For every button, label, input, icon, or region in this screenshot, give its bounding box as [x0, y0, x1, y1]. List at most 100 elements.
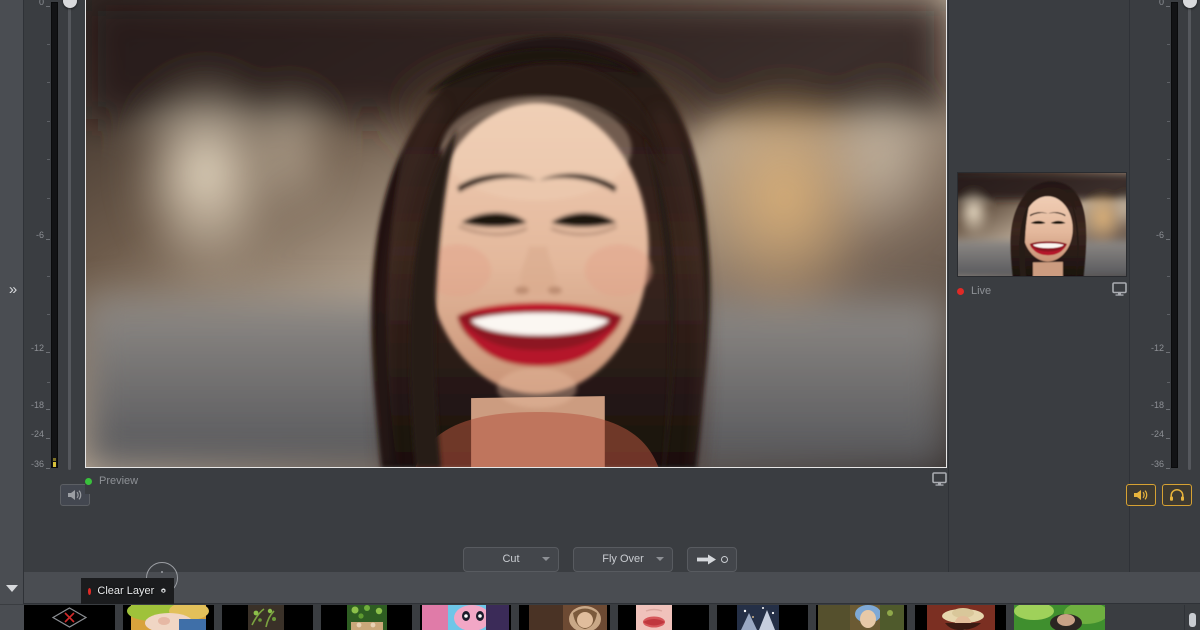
meter-tick [47, 44, 50, 45]
thumb-pink-portrait[interactable] [420, 605, 511, 630]
fader-knob[interactable] [63, 0, 77, 8]
live-label: Live [971, 285, 992, 297]
live-monitor-icon[interactable] [1112, 281, 1127, 301]
dial-icon [161, 571, 163, 573]
layer-strip [24, 572, 1200, 604]
meter-tick [46, 409, 50, 410]
meter-tick [1166, 6, 1170, 7]
live-video-frame [957, 172, 1127, 277]
meter-tick [46, 239, 50, 240]
meter-tick-label: -18 [30, 400, 44, 410]
meter-tick [47, 159, 50, 160]
meter-tick-label: -24 [30, 429, 44, 439]
preview-meter-scale: 0 -6 -12 -18 -24 -36 [24, 0, 50, 472]
transition-effect-value: Fly Over [602, 553, 644, 565]
live-status-indicator [957, 287, 964, 295]
meter-tick [47, 276, 50, 277]
live-monitor[interactable]: Live [957, 172, 1127, 303]
headphone-button[interactable] [1162, 484, 1192, 506]
program-meter-scale: 0 -6 -12 -18 -24 -36 [1144, 0, 1170, 472]
layer-collapse-button[interactable] [0, 572, 24, 604]
meter-tick [47, 82, 50, 83]
transition-mode-value: Cut [502, 553, 520, 565]
panel-divider [948, 0, 949, 572]
fader-knob[interactable] [1183, 0, 1197, 8]
filmstrip-scrollbar[interactable] [1184, 605, 1200, 630]
meter-tick [47, 382, 50, 383]
filmstrip-left-pad [0, 605, 24, 630]
meter-tick [1166, 409, 1170, 410]
fader-track [68, 6, 71, 470]
thumb-green-leaves[interactable] [222, 605, 313, 630]
thumb-hat-portrait[interactable] [915, 605, 1006, 630]
transition-mode-dropdown[interactable]: Cut [463, 546, 559, 572]
thumb-green-field[interactable] [1014, 605, 1105, 630]
chevron-down-icon [542, 557, 550, 561]
thumb-baby-colorful[interactable] [123, 605, 214, 630]
double-chevron-right-icon: » [8, 280, 18, 298]
meter-tick-label: -12 [30, 343, 44, 353]
application-window: » 0 -6 -12 -18 -24 -36 Preview Live 0 -6… [0, 0, 1200, 630]
live-image [958, 173, 1126, 276]
program-volume-fader[interactable] [1182, 0, 1198, 474]
chevron-down-icon [656, 557, 664, 561]
preview-status-indicator [85, 477, 92, 485]
thumb-forest-green[interactable] [321, 605, 412, 630]
thumb-blank-x[interactable] [24, 605, 115, 630]
meter-tick-label: -12 [1150, 343, 1164, 353]
level-segment [53, 458, 56, 461]
meter-tick [46, 468, 50, 469]
speaker-icon [1134, 490, 1148, 500]
preview-video-frame [85, 0, 947, 468]
thumb-red-lips[interactable] [618, 605, 709, 630]
meter-tick-label: -6 [35, 230, 44, 240]
scrollbar-thumb[interactable] [1189, 613, 1196, 627]
meter-tick [1166, 468, 1170, 469]
thumb-indoor-woman[interactable] [519, 605, 610, 630]
meter-tick [1166, 239, 1170, 240]
master-speaker-button[interactable] [1126, 484, 1156, 506]
fader-track [1188, 6, 1191, 470]
level-segment [53, 462, 56, 467]
triangle-down-icon [5, 584, 18, 592]
clear-layer-button[interactable]: Clear Layer [81, 578, 174, 604]
clear-layer-status-indicator [88, 587, 92, 595]
meter-tick [1166, 438, 1170, 439]
transition-controls: Cut Fly Over [0, 546, 1200, 572]
meter-tick [1167, 159, 1170, 160]
gear-icon[interactable] [160, 584, 167, 598]
meter-tick-label: 0 [1158, 0, 1164, 7]
meter-tick [1167, 314, 1170, 315]
live-status-bar: Live [957, 279, 1127, 303]
meter-tick [46, 438, 50, 439]
program-audio-meter: 0 -6 -12 -18 -24 -36 [1130, 0, 1200, 520]
meter-tick [47, 314, 50, 315]
meter-tick-label: -6 [1155, 230, 1164, 240]
meter-tick-label: -36 [30, 459, 44, 469]
thumb-child-outdoors[interactable] [816, 605, 907, 630]
preview-label: Preview [99, 475, 139, 487]
placeholder-icon [24, 605, 115, 630]
speaker-icon [68, 490, 82, 500]
filmstrip[interactable] [24, 605, 1184, 630]
meter-tick-label: -18 [1150, 400, 1164, 410]
meter-tick [1167, 121, 1170, 122]
preview-audio-meter: 0 -6 -12 -18 -24 -36 [24, 0, 88, 520]
meter-tick-label: 0 [38, 0, 44, 7]
preview-volume-fader[interactable] [62, 0, 78, 474]
meter-tick [1167, 44, 1170, 45]
headphone-icon [1170, 488, 1184, 501]
left-panel-expander[interactable]: » [0, 0, 24, 578]
take-button[interactable] [687, 546, 737, 572]
meter-tick [46, 6, 50, 7]
meter-tick-label: -36 [1150, 459, 1164, 469]
thumb-night-crowd[interactable] [717, 605, 808, 630]
meter-tick [1166, 352, 1170, 353]
master-audio-controls [1126, 484, 1192, 506]
arrow-right-icon [696, 554, 716, 564]
preview-image [86, 0, 946, 467]
transition-effect-dropdown[interactable]: Fly Over [573, 546, 673, 572]
preview-monitor[interactable] [85, 0, 947, 468]
meter-tick [47, 198, 50, 199]
preview-monitor-icon[interactable] [932, 471, 947, 491]
